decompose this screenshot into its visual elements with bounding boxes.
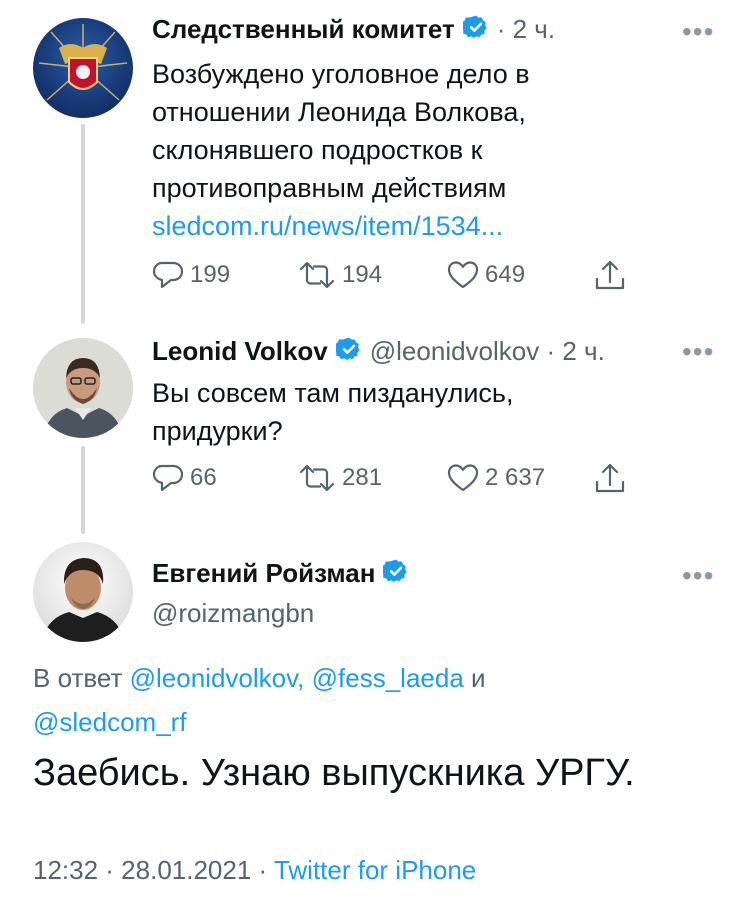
reply-icon bbox=[152, 464, 184, 492]
tweet-text: Вы совсем там пизданулись, придурки? bbox=[152, 378, 514, 446]
author-name[interactable]: Евгений Ройзман bbox=[152, 558, 375, 589]
more-icon[interactable]: ••• bbox=[682, 18, 714, 46]
retweet-button[interactable]: 281 bbox=[298, 463, 382, 493]
verified-badge-icon bbox=[460, 14, 489, 45]
main-tweet-text: Заебись. Узнаю выпускника УРГУ. bbox=[33, 752, 635, 794]
share-icon bbox=[595, 260, 625, 290]
like-count: 649 bbox=[485, 261, 526, 288]
reply-mention-sledcom-link[interactable]: @sledcom_rf bbox=[33, 707, 187, 737]
verified-badge-icon bbox=[333, 336, 362, 367]
reply-button[interactable]: 199 bbox=[152, 260, 230, 290]
reply-prefix: В ответ bbox=[33, 663, 123, 693]
author-name[interactable]: Следственный комитет bbox=[152, 14, 455, 45]
reply-icon bbox=[152, 261, 184, 289]
tweet-footer: 12:32 · 28.01.2021 · Twitter for iPhone bbox=[33, 855, 476, 886]
reply-and: и bbox=[471, 663, 486, 693]
like-button[interactable]: 2 637 bbox=[447, 463, 545, 493]
author-name[interactable]: Leonid Volkov bbox=[152, 336, 328, 367]
more-icon[interactable]: ••• bbox=[682, 562, 714, 590]
reply-count: 66 bbox=[190, 464, 217, 491]
author-handle[interactable]: @roizmangbn bbox=[152, 598, 314, 629]
author-handle[interactable]: @leonidvolkov · 2 ч. bbox=[370, 336, 605, 367]
share-button[interactable] bbox=[594, 259, 626, 293]
like-button[interactable]: 649 bbox=[447, 260, 525, 290]
tweet-time[interactable]: · 2 ч. bbox=[497, 14, 555, 45]
retweet-icon bbox=[299, 261, 335, 289]
avatar-volkov[interactable] bbox=[33, 338, 133, 438]
share-icon bbox=[595, 463, 625, 493]
retweet-button[interactable]: 194 bbox=[298, 260, 382, 290]
tweet-link[interactable]: sledcom.ru/news/item/1534... bbox=[152, 207, 712, 245]
thread-line bbox=[81, 446, 85, 534]
retweet-count: 281 bbox=[342, 464, 383, 491]
avatar-roizman[interactable] bbox=[33, 542, 133, 642]
tweet-timestamp[interactable]: 12:32 · 28.01.2021 · bbox=[33, 855, 267, 885]
more-icon[interactable]: ••• bbox=[682, 338, 714, 366]
like-icon bbox=[447, 464, 479, 492]
verified-badge-icon bbox=[381, 558, 409, 589]
like-count: 2 637 bbox=[485, 464, 546, 491]
reply-mentions-link[interactable]: @leonidvolkov, @fess_laeda bbox=[130, 663, 464, 693]
share-button[interactable] bbox=[594, 462, 626, 496]
retweet-count: 194 bbox=[342, 261, 383, 288]
thread-line bbox=[81, 124, 85, 324]
tweet-text: Возбуждено уголовное дело в отношении Ле… bbox=[152, 55, 712, 245]
reply-button[interactable]: 66 bbox=[152, 463, 217, 493]
reply-count: 199 bbox=[190, 261, 231, 288]
like-icon bbox=[447, 261, 479, 289]
avatar-sledcom[interactable] bbox=[33, 18, 133, 118]
retweet-icon bbox=[299, 464, 335, 492]
reply-context: В ответ @leonidvolkov, @fess_laeda и @sl… bbox=[33, 656, 723, 744]
tweet-source-link[interactable]: Twitter for iPhone bbox=[274, 855, 476, 885]
